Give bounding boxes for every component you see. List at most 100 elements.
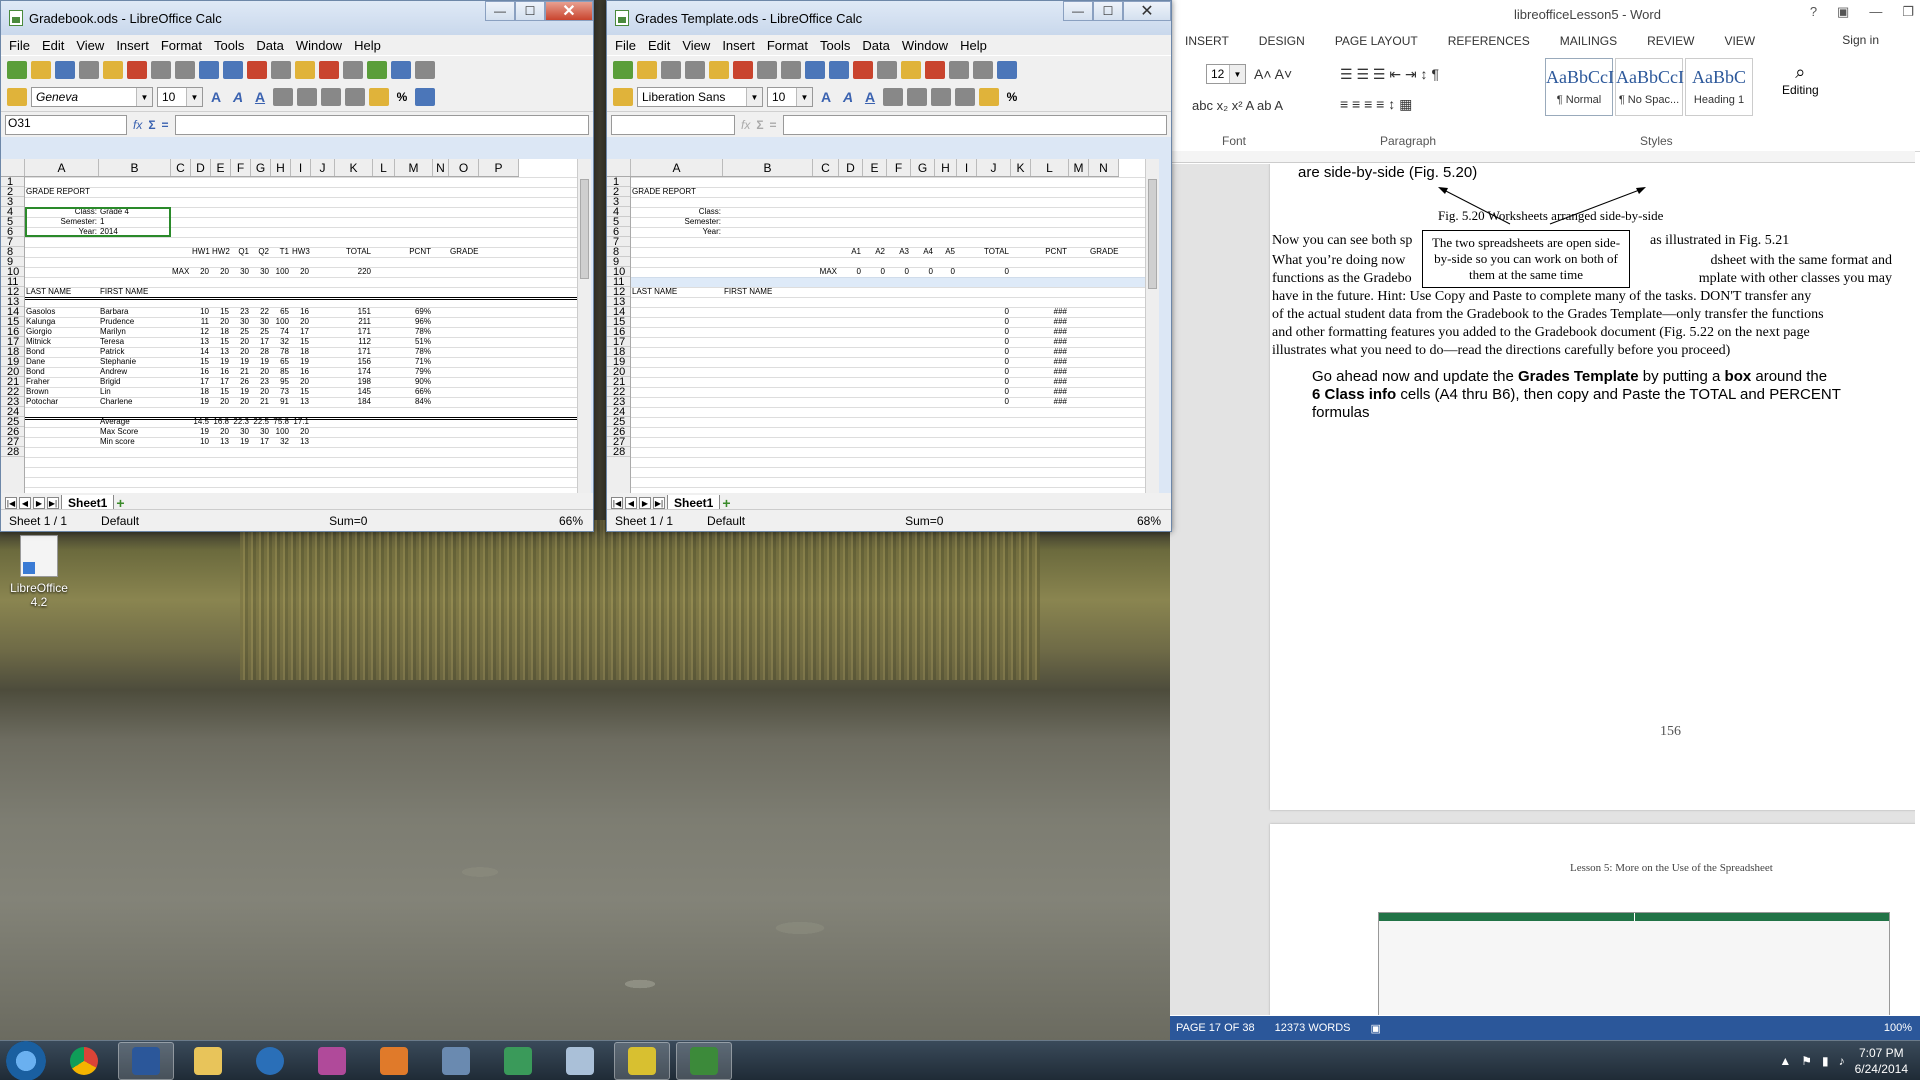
cell[interactable]: 19 — [252, 357, 269, 367]
sort-icon[interactable] — [415, 60, 435, 79]
cell[interactable]: 78% — [396, 347, 431, 357]
column-header-N[interactable]: N — [1089, 159, 1119, 176]
spreadsheet-grid[interactable]: ABCDEFGHIJKLMN 1 2 3 4 5 6 7 8 9 10 11 12 13 14 15 16 17… — [607, 159, 1145, 493]
maximize-button[interactable]: ☐ — [515, 1, 545, 21]
column-header-A[interactable]: A — [631, 159, 723, 176]
column-header-G[interactable]: G — [911, 159, 935, 176]
cell[interactable]: TOTAL — [336, 247, 371, 257]
cell[interactable]: 32 — [272, 437, 289, 447]
style-normal[interactable]: AaBbCcI ¶ Normal — [1545, 58, 1614, 116]
formula-input[interactable] — [782, 114, 1167, 135]
close-button[interactable]: ✕ — [545, 1, 593, 21]
column-header-L[interactable]: L — [373, 159, 395, 176]
cell[interactable]: A4 — [912, 247, 933, 257]
cell[interactable]: ### — [1032, 307, 1067, 317]
cell[interactable]: A3 — [888, 247, 909, 257]
cell[interactable]: 18 — [212, 327, 229, 337]
cell[interactable]: 79% — [396, 367, 431, 377]
cell[interactable]: 15 — [292, 387, 309, 397]
cell[interactable]: 91 — [272, 397, 289, 407]
tray-flag-icon[interactable]: ⚑ — [1801, 1054, 1812, 1068]
column-header-E[interactable]: E — [211, 159, 231, 176]
copy-icon[interactable] — [271, 60, 291, 79]
cut-icon[interactable] — [853, 60, 873, 79]
menu-data[interactable]: Data — [250, 38, 289, 53]
cell[interactable]: 25 — [252, 327, 269, 337]
cell[interactable]: 19 — [232, 387, 249, 397]
cell[interactable]: 30 — [252, 427, 269, 437]
name-box[interactable] — [611, 114, 735, 135]
cell[interactable]: Dane — [26, 357, 97, 367]
cell[interactable]: 18 — [192, 387, 209, 397]
cell[interactable]: 20 — [232, 337, 249, 347]
cell[interactable]: 95 — [272, 377, 289, 387]
column-header-M[interactable]: M — [1069, 159, 1089, 176]
cut-icon[interactable] — [247, 60, 267, 79]
cell[interactable]: ### — [1032, 397, 1067, 407]
cell[interactable]: 20 — [212, 317, 229, 327]
last-sheet-icon[interactable]: ▶| — [653, 497, 665, 509]
column-header-J[interactable]: J — [977, 159, 1011, 176]
column-header-E[interactable]: E — [863, 159, 887, 176]
undo-icon[interactable] — [949, 60, 969, 79]
new-icon[interactable] — [7, 60, 27, 79]
cell[interactable]: 15 — [212, 387, 229, 397]
first-sheet-icon[interactable]: |◀ — [611, 497, 623, 509]
vertical-scrollbar[interactable] — [577, 159, 591, 493]
paste-icon[interactable] — [901, 60, 921, 79]
align-left-icon[interactable] — [273, 88, 293, 106]
formula-icon[interactable]: = — [162, 118, 169, 132]
tab-page-layout[interactable]: PAGE LAYOUT — [1320, 34, 1433, 48]
cell[interactable]: 184 — [336, 397, 371, 407]
menu-tools[interactable]: Tools — [208, 38, 250, 53]
cell[interactable]: 17 — [192, 377, 209, 387]
cell[interactable]: 10 — [192, 307, 209, 317]
ribbon-options-icon[interactable]: ▣ — [1837, 4, 1849, 20]
tray-signal-icon[interactable]: ▮ — [1822, 1054, 1829, 1068]
style-heading-1[interactable]: AaBbC Heading 1 — [1685, 58, 1753, 116]
function-wizard-icon[interactable]: fx — [133, 118, 142, 132]
cell[interactable]: Semester: — [632, 217, 721, 227]
spellcheck-icon[interactable] — [805, 60, 825, 79]
style-no-spacing[interactable]: AaBbCcI ¶ No Spac... — [1615, 58, 1684, 116]
close-button[interactable]: ✕ — [1123, 1, 1171, 21]
next-sheet-icon[interactable]: ▶ — [639, 497, 651, 509]
prev-sheet-icon[interactable]: ◀ — [625, 497, 637, 509]
align-right-icon[interactable] — [931, 88, 951, 106]
cell[interactable]: 20 — [252, 367, 269, 377]
menu-window[interactable]: Window — [896, 38, 954, 53]
save-icon[interactable] — [661, 60, 681, 79]
column-header-H[interactable]: H — [271, 159, 291, 176]
clone-format-icon[interactable] — [925, 60, 945, 79]
cell[interactable]: 0 — [912, 267, 933, 277]
clone-format-icon[interactable] — [319, 60, 339, 79]
edit-mode-icon[interactable] — [709, 60, 729, 79]
restore-icon[interactable]: ❐ — [1902, 4, 1914, 20]
cell[interactable]: 20 — [232, 347, 249, 357]
cell[interactable]: 20 — [212, 427, 229, 437]
taskbar-earth[interactable] — [242, 1042, 298, 1080]
cell[interactable]: 20 — [192, 267, 209, 277]
tab-design[interactable]: DESIGN — [1244, 34, 1320, 48]
font-format-icons[interactable]: abc x₂ x² A ab A — [1192, 98, 1283, 113]
column-header-C[interactable]: C — [171, 159, 191, 176]
cell[interactable]: 71% — [396, 357, 431, 367]
cell[interactable]: ### — [1032, 337, 1067, 347]
status-zoom[interactable]: 68% — [1137, 514, 1161, 528]
italic-icon[interactable]: A — [229, 88, 247, 106]
cell[interactable]: Lin — [100, 387, 169, 397]
cell[interactable]: 22 — [252, 307, 269, 317]
cell[interactable]: HW3 — [292, 247, 310, 257]
cell[interactable]: 23 — [252, 377, 269, 387]
email-icon[interactable] — [79, 60, 99, 79]
italic-icon[interactable]: A — [839, 88, 857, 106]
maximize-button[interactable]: ☐ — [1093, 1, 1123, 21]
menu-help[interactable]: Help — [348, 38, 387, 53]
cell[interactable]: 0 — [978, 307, 1009, 317]
taskbar-paint[interactable] — [304, 1042, 360, 1080]
column-header-P[interactable]: P — [479, 159, 519, 176]
align-right-icon[interactable] — [321, 88, 341, 106]
cell[interactable]: 13 — [292, 397, 309, 407]
cell[interactable]: MAX — [172, 267, 189, 277]
taskbar-tool[interactable] — [428, 1042, 484, 1080]
